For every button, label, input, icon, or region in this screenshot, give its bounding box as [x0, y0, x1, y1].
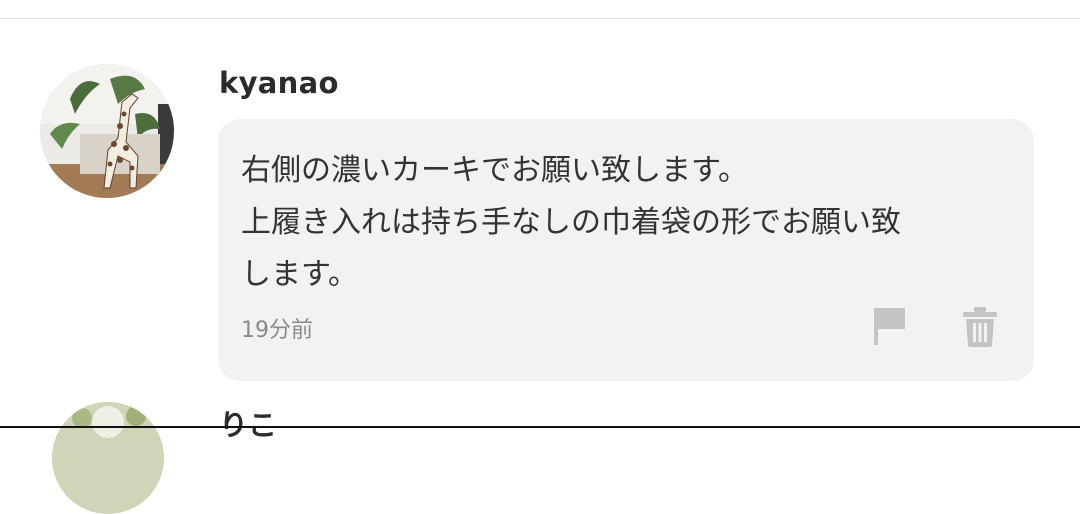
comment-text-line: 右側の濃いカーキでお願い致します。	[241, 153, 748, 188]
comment-username[interactable]: kyanao	[219, 66, 339, 100]
comment-username[interactable]: りこ	[219, 402, 277, 444]
comment-text-line: 上履き入れは持ち手なしの巾着袋の形でお願い致	[241, 205, 901, 240]
avatar-photo-image	[40, 64, 174, 198]
flag-icon	[874, 308, 905, 345]
trash-icon	[963, 307, 997, 347]
avatar[interactable]	[52, 402, 164, 514]
top-divider	[0, 18, 1080, 19]
avatar-photo-image	[52, 402, 164, 514]
comment-text-line: します。	[241, 257, 358, 292]
comment-text: 右側の濃いカーキでお願い致します。 上履き入れは持ち手なしの巾着袋の形でお願い致…	[241, 145, 1011, 301]
avatar[interactable]	[40, 64, 174, 198]
comment-timestamp: 19分前	[241, 318, 313, 343]
report-button[interactable]	[871, 305, 911, 347]
comment-bubble: 右側の濃いカーキでお願い致します。 上履き入れは持ち手なしの巾着袋の形でお願い致…	[218, 119, 1034, 381]
delete-button[interactable]	[958, 305, 1002, 349]
